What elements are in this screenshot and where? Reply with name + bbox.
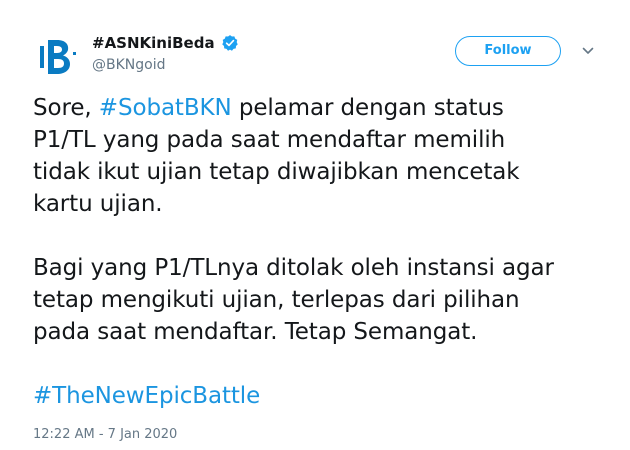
tweet-line: P1/TL yang pada saat mendaftar memilih: [33, 127, 506, 153]
tweet-line: kartu ujian.: [33, 191, 163, 217]
tweet-card: #ASNKiniBeda @BKNgoid Follow Sore, #Soba…: [0, 0, 630, 450]
hashtag-link-sobatbkn[interactable]: #SobatBKN: [99, 95, 232, 121]
bkn-logo-icon: [33, 32, 81, 80]
tweet-timestamp[interactable]: 12:22 AM - 7 Jan 2020: [33, 426, 177, 444]
tweet-line: Sore, #SobatBKN pelamar dengan status: [33, 92, 603, 124]
tweet-line: #TheNewEpicBattle: [33, 380, 603, 412]
tweet-line: tidak ikut ujian tetap diwajibkan mencet…: [33, 159, 520, 185]
tweet-line: Bagi yang P1/TLnya ditolak oleh instansi…: [33, 255, 554, 281]
account-handle[interactable]: @BKNgoid: [92, 56, 166, 74]
avatar[interactable]: [33, 32, 81, 80]
tweet-line: pada saat mendaftar. Tetap Semangat.: [33, 319, 478, 345]
display-name[interactable]: #ASNKiniBeda: [92, 33, 215, 53]
chevron-down-icon[interactable]: [581, 44, 595, 58]
hashtag-link-thenewepicbattle[interactable]: #TheNewEpicBattle: [33, 383, 260, 409]
tweet-text-segment: pelamar dengan status: [231, 95, 504, 121]
tweet-text-segment: Sore,: [33, 95, 99, 121]
tweet-text: Sore, #SobatBKN pelamar dengan status P1…: [33, 92, 603, 412]
follow-button[interactable]: Follow: [455, 36, 561, 66]
verified-badge-icon: [222, 35, 238, 51]
tweet-line: tetap mengikuti ujian, terlepas dari pil…: [33, 287, 520, 313]
